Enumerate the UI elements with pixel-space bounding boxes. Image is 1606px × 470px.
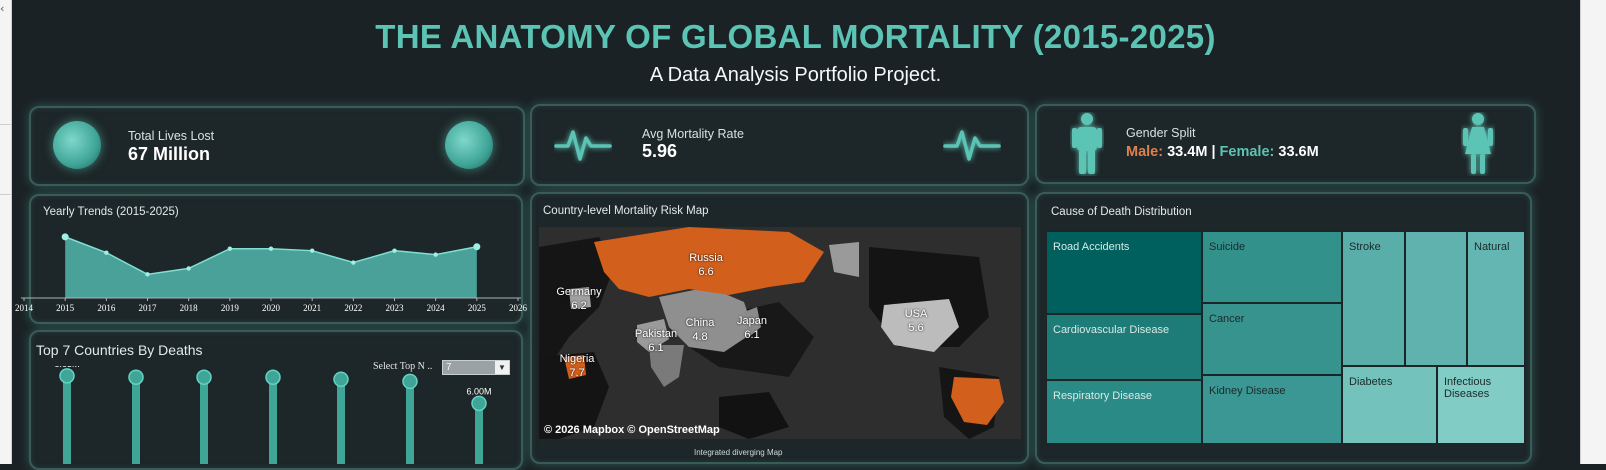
female-label: Female:	[1219, 144, 1275, 160]
treemap-cell[interactable]: Road Accidents	[1046, 231, 1202, 314]
map-shapes	[539, 227, 1004, 439]
map-label-china: China 4.8	[685, 317, 715, 343]
risk-map[interactable]	[539, 227, 1021, 439]
female-value: 33.6M	[1278, 144, 1319, 160]
heartbeat-icon	[943, 130, 1001, 161]
area-point	[309, 248, 315, 253]
map-label-japan: Japan 6.1	[737, 315, 767, 341]
male-figure-icon	[1072, 113, 1102, 174]
kpi-total-card: Total Lives Lost 67 Million	[29, 106, 525, 186]
treemap-cell[interactable]: Infectious Diseases	[1437, 366, 1525, 444]
lollipop-head	[333, 371, 349, 388]
area-point	[392, 248, 397, 253]
treemap-cell[interactable]: Cancer	[1202, 303, 1342, 375]
x-tick-label: 2026	[509, 303, 528, 313]
right-window-edge	[1580, 0, 1606, 464]
x-tick-label: 2017	[139, 303, 158, 313]
map-title: Country-level Mortality Risk Map	[543, 205, 709, 217]
x-tick-label: 2019	[221, 303, 240, 313]
alaska-shape	[829, 242, 859, 277]
treemap-cell[interactable]: Cardiovascular Disease	[1046, 314, 1202, 380]
treemap-label: Infectious Diseases	[1444, 376, 1492, 400]
edge-divider	[0, 124, 11, 125]
area-point	[186, 266, 191, 271]
heartbeat-icon	[554, 130, 612, 161]
x-tick-label: 2018	[180, 303, 199, 313]
x-tick-label: 2014	[15, 303, 34, 313]
treemap-label: Diabetes	[1349, 376, 1393, 388]
map-label-pakistan: Pakistan 6.1	[634, 328, 678, 354]
dashboard-subtitle: A Data Analysis Portfolio Project.	[649, 64, 942, 86]
male-label: Male:	[1126, 144, 1164, 160]
lollipop-head	[196, 369, 212, 385]
treemap-cell[interactable]: Respiratory Disease	[1046, 380, 1202, 444]
treemap-title: Cause of Death Distribution	[1051, 206, 1192, 218]
female-figure-icon	[1463, 113, 1493, 174]
treemap-label: Cancer	[1209, 313, 1245, 325]
treemap-cell[interactable]: Kidney Disease	[1202, 375, 1342, 444]
edge-divider	[0, 194, 11, 195]
lollipop-head	[402, 373, 418, 390]
map-label-usa: USA 5.6	[904, 308, 928, 334]
topn-lollipop-chart: 8.63M 6.00M	[54, 366, 492, 464]
male-value: 33.4M	[1167, 144, 1208, 160]
x-tick-label: 2022	[344, 303, 362, 313]
area-fill	[65, 236, 477, 298]
kpi-gender-card: Gender Split Male: 33.4M | Female: 33.6M	[1035, 104, 1536, 184]
kpi-avg-label: Avg Mortality Rate	[642, 127, 744, 141]
collapse-arrow-icon[interactable]: ‹	[0, 2, 4, 15]
map-footer-label: Integrated diverging Map	[694, 448, 783, 457]
globe-icon	[445, 121, 493, 169]
x-tick-label: 2015	[56, 303, 75, 313]
kpi-total-value: 67 Million	[128, 144, 211, 164]
kpi-avg-value: 5.96	[642, 141, 678, 161]
kpi-total-label: Total Lives Lost	[128, 129, 215, 143]
x-tick-label: 2016	[97, 303, 116, 313]
area-point	[473, 243, 481, 251]
yearly-area-chart: 2014 2015 2016 2017 2018 2019 2020 2021 2022 2023…	[15, 233, 528, 313]
lollipop-head	[265, 369, 281, 385]
lollipop-head	[59, 368, 75, 384]
gender-split-values: Male: 33.4M | Female: 33.6M	[1126, 144, 1319, 160]
area-point	[227, 246, 233, 251]
treemap-cell[interactable]: Diabetes	[1342, 366, 1437, 444]
dashboard-title: THE ANATOMY OF GLOBAL MORTALITY (2015-20…	[375, 18, 1216, 55]
treemap-label: Stroke	[1349, 241, 1381, 253]
area-point	[351, 260, 356, 265]
kpi-avg-card: Avg Mortality Rate 5.96	[530, 104, 1029, 186]
treemap-label: Natural	[1474, 241, 1510, 253]
lollipop-value-label: 8.63M	[54, 366, 79, 369]
map-label-nigeria: Nigeria 7.7	[559, 353, 595, 379]
area-point	[104, 250, 109, 255]
area-point	[61, 233, 69, 241]
x-tick-label: 2024	[427, 303, 446, 313]
x-tick-label: 2021	[303, 303, 321, 313]
x-tick-label: 2023	[386, 303, 405, 313]
lollipop-head	[471, 395, 487, 412]
treemap-label: Respiratory Disease	[1053, 390, 1153, 402]
treemap-cell[interactable]: Stroke	[1342, 231, 1405, 366]
treemap-label: Cardiovascular Disease	[1053, 324, 1170, 336]
treemap-label: Kidney Disease	[1209, 385, 1286, 397]
treemap-cell[interactable]: Natural	[1467, 231, 1525, 366]
treemap-label: Suicide	[1209, 241, 1246, 253]
australia-land	[719, 392, 789, 439]
x-tick-label: 2025	[468, 303, 487, 313]
map-label-russia: Russia 6.6	[689, 252, 723, 278]
area-point	[433, 252, 438, 257]
map-label-germany: Germany 6.2	[556, 286, 602, 312]
treemap-label: Road Accidents	[1053, 241, 1130, 253]
lollipop-value-label: 6.00M	[466, 386, 491, 396]
area-point	[268, 246, 274, 251]
gender-separator: |	[1211, 144, 1216, 160]
lollipop-head	[128, 369, 144, 385]
map-credit[interactable]: © 2026 Mapbox © OpenStreetMap	[544, 424, 720, 436]
kpi-gender-label: Gender Split	[1126, 126, 1196, 140]
area-point	[145, 272, 150, 277]
globe-icon	[53, 121, 101, 169]
treemap-cell[interactable]: Suicide	[1202, 231, 1342, 303]
x-tick-label: 2020	[262, 303, 281, 313]
treemap-cell[interactable]	[1405, 231, 1467, 366]
topn-title: Top 7 Countries By Deaths	[36, 342, 203, 358]
